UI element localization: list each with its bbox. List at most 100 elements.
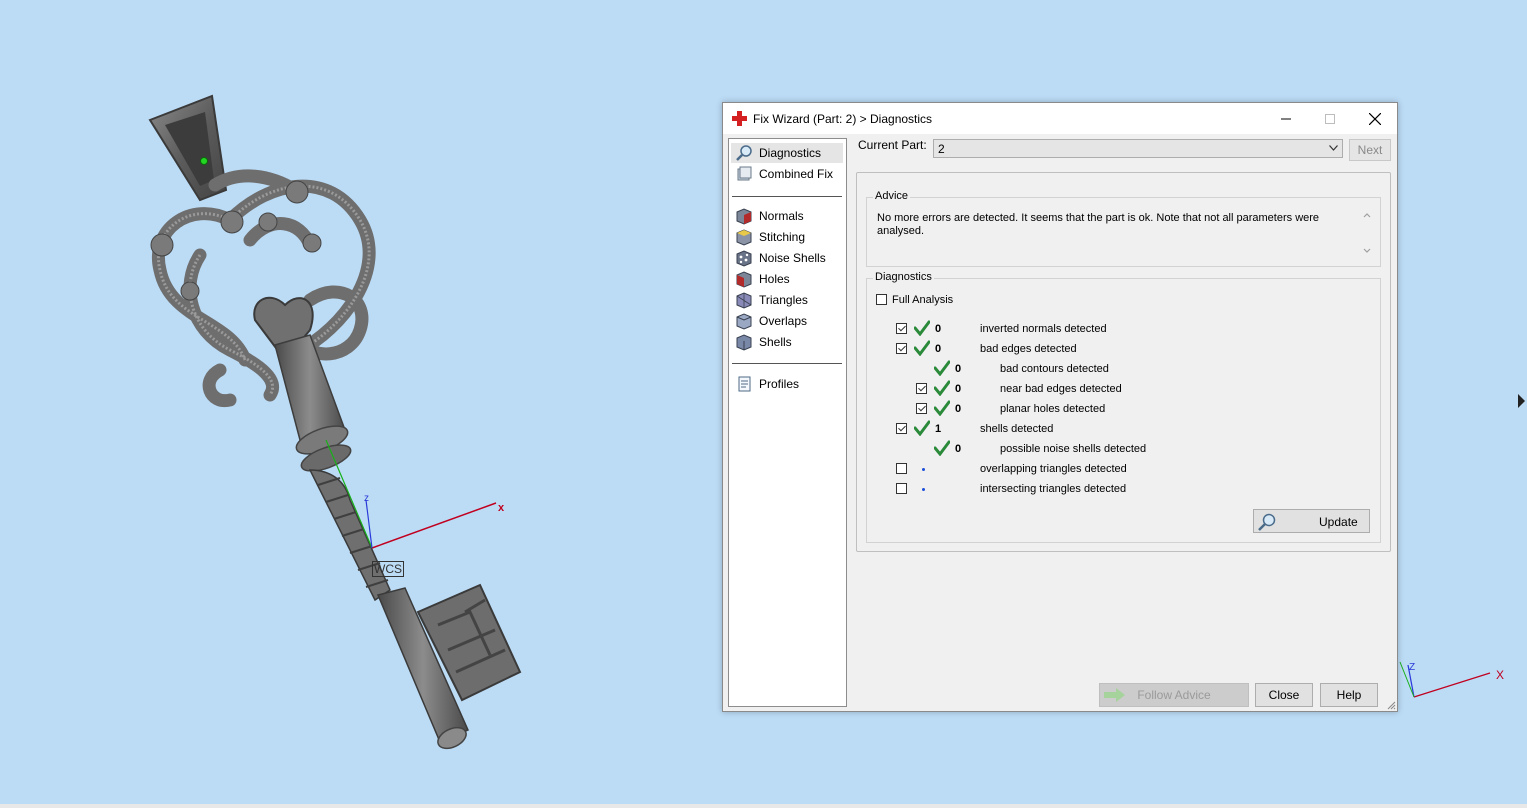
overlapping-triangles-label: overlapping triangles detected	[980, 463, 1127, 475]
diagnostics-title: Diagnostics	[873, 271, 934, 283]
combined-fix-icon	[737, 166, 752, 181]
inverted-normals-label: inverted normals detected	[980, 323, 1107, 335]
maximize-button[interactable]	[1307, 103, 1352, 134]
stitching-icon	[736, 229, 752, 246]
noise-shells-icon	[736, 250, 752, 267]
near-bad-edges-checkbox[interactable]	[916, 383, 927, 394]
diagnostics-panel: Advice No more errors are detected. It s…	[856, 172, 1391, 552]
side-arrow-icon[interactable]	[1518, 394, 1525, 408]
close-button[interactable]: Close	[1255, 683, 1313, 707]
noise-shells-count: 0	[955, 443, 962, 455]
nav-item-label: Shells	[759, 335, 792, 349]
advice-group: Advice No more errors are detected. It s…	[866, 190, 1381, 267]
shells-count: 1	[935, 423, 942, 435]
shells-label: shells detected	[980, 423, 1054, 435]
bad-edges-count: 0	[935, 343, 942, 355]
planar-holes-count: 0	[955, 403, 962, 415]
current-part-label: Current Part:	[858, 138, 927, 152]
follow-advice-button[interactable]: Follow Advice	[1099, 683, 1249, 707]
overlaps-icon	[736, 313, 752, 330]
noise-shells-label: possible noise shells detected	[1000, 443, 1147, 455]
bad-edges-label: bad edges detected	[980, 343, 1077, 355]
bad-contours-label: bad contours detected	[1000, 363, 1109, 375]
nav-item-holes[interactable]: Holes	[731, 269, 843, 289]
wcs-label-text: WCS	[374, 562, 402, 576]
bad-contours-count: 0	[955, 363, 962, 375]
update-label: Update	[1319, 515, 1358, 529]
normals-icon	[736, 208, 752, 225]
nav-item-stitching[interactable]: Stitching	[731, 227, 843, 247]
magnifier-icon	[1258, 513, 1276, 531]
check-icon	[914, 340, 930, 356]
check-icon	[914, 320, 930, 336]
close-icon	[1368, 112, 1381, 125]
close-window-button[interactable]	[1352, 103, 1397, 134]
overlapping-triangles-checkbox[interactable]	[896, 463, 907, 474]
full-analysis-checkbox[interactable]	[876, 294, 887, 305]
resize-grip-icon[interactable]	[1386, 700, 1396, 710]
scroll-arrows-icon	[1363, 213, 1371, 253]
nav-item-label: Combined Fix	[759, 167, 834, 181]
nav-item-profiles[interactable]: Profiles	[731, 374, 843, 394]
nav-divider	[732, 196, 842, 197]
near-bad-edges-label: near bad edges detected	[1000, 383, 1122, 395]
axis-x-label: x	[498, 502, 505, 514]
inverted-normals-checkbox[interactable]	[896, 323, 907, 334]
arrow-right-icon	[1104, 688, 1125, 702]
red-cross-icon	[732, 111, 747, 126]
nav-item-diagnostics[interactable]: Diagnostics	[731, 143, 843, 163]
chevron-down-icon	[1329, 145, 1338, 151]
axis-z-label: z	[364, 493, 369, 504]
nav-item-noise-shells[interactable]: Noise Shells	[731, 248, 843, 268]
wcs-label: WCS	[372, 561, 404, 577]
minimize-button[interactable]	[1263, 103, 1308, 134]
fix-wizard-nav: Diagnostics Combined Fix Normals Stitchi…	[728, 138, 847, 707]
advice-title: Advice	[873, 190, 911, 202]
dialog-titlebar[interactable]: Fix Wizard (Part: 2) > Diagnostics	[723, 103, 1397, 134]
check-icon	[934, 360, 950, 376]
nav-item-shells[interactable]: Shells	[731, 332, 843, 352]
profiles-icon	[738, 376, 751, 392]
bad-edges-checkbox[interactable]	[896, 343, 907, 354]
nav-item-label: Overlaps	[759, 314, 808, 328]
planar-holes-checkbox[interactable]	[916, 403, 927, 414]
current-part-select[interactable]: 2	[933, 139, 1343, 158]
triangles-icon	[736, 292, 752, 309]
planar-holes-label: planar holes detected	[1000, 403, 1106, 415]
nav-item-normals[interactable]: Normals	[731, 206, 843, 226]
nav-item-label: Noise Shells	[759, 251, 826, 265]
nav-item-label: Stitching	[759, 230, 806, 244]
diagnostics-group: Diagnostics Full Analysis 0 inverted nor…	[866, 271, 1381, 543]
next-button[interactable]: Next	[1349, 139, 1391, 161]
shells-icon	[736, 334, 752, 351]
nav-item-triangles[interactable]: Triangles	[731, 290, 843, 310]
help-button[interactable]: Help	[1320, 683, 1378, 707]
check-icon	[934, 400, 950, 416]
pending-dot-icon	[922, 488, 925, 491]
advice-scrollbar[interactable]	[1360, 210, 1374, 256]
pending-dot-icon	[922, 468, 925, 471]
nav-item-combined-fix[interactable]: Combined Fix	[731, 164, 843, 184]
mini-axis-z-label: Z	[1409, 662, 1416, 673]
status-strip	[0, 804, 1527, 808]
fix-wizard-dialog: Fix Wizard (Part: 2) > Diagnostics Diagn…	[722, 102, 1398, 712]
check-icon	[934, 380, 950, 396]
intersecting-triangles-label: intersecting triangles detected	[980, 483, 1127, 495]
check-icon	[914, 420, 930, 436]
mini-axis-x-label: X	[1496, 668, 1505, 682]
nav-item-label: Diagnostics	[759, 146, 822, 160]
update-button[interactable]: Update	[1253, 509, 1370, 533]
nav-item-label: Triangles	[759, 293, 808, 307]
nav-item-label: Holes	[759, 272, 790, 286]
full-analysis-label: Full Analysis	[892, 294, 954, 306]
nav-item-label: Profiles	[759, 377, 800, 391]
near-bad-edges-count: 0	[955, 383, 962, 395]
shells-checkbox[interactable]	[896, 423, 907, 434]
intersecting-triangles-checkbox[interactable]	[896, 483, 907, 494]
inverted-normals-count: 0	[935, 323, 942, 335]
advice-text: No more errors are detected. It seems th…	[877, 212, 1320, 237]
maximize-icon	[1324, 113, 1335, 124]
follow-advice-label: Follow Advice	[1137, 688, 1211, 702]
current-part-value: 2	[938, 142, 945, 156]
nav-item-overlaps[interactable]: Overlaps	[731, 311, 843, 331]
